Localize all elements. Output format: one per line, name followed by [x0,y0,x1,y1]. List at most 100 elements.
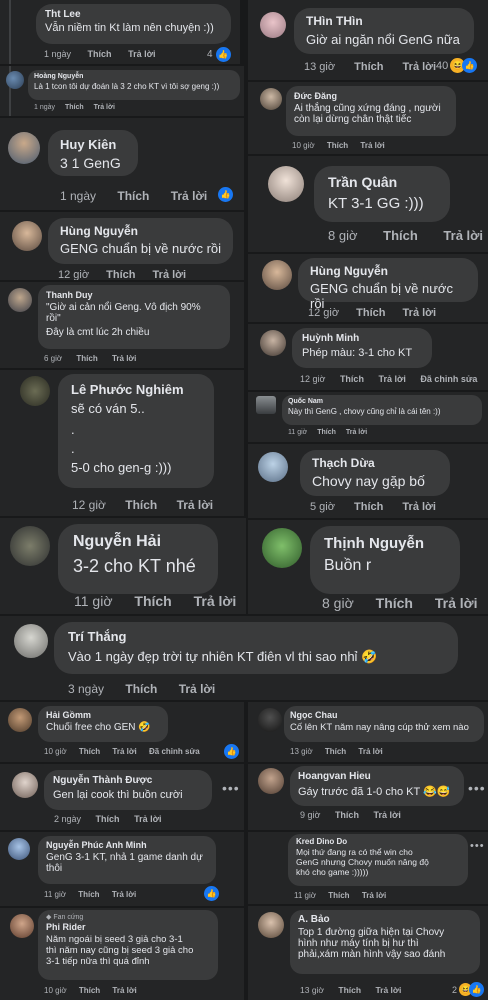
avatar[interactable] [8,288,32,312]
more-options-icon[interactable]: ••• [468,780,486,796]
like-link[interactable]: Thích [356,307,385,319]
commenter-name[interactable]: Phi Rider [46,922,210,932]
commenter-name[interactable]: Nguyễn Hải [73,533,203,551]
more-options-icon[interactable]: ••• [222,780,240,796]
avatar[interactable] [258,452,288,482]
reply-link[interactable]: Trả lời [375,985,401,995]
avatar[interactable] [8,838,30,860]
avatar[interactable] [260,330,286,356]
like-link[interactable]: Thích [117,189,149,203]
reply-link[interactable]: Trả lời [171,189,208,203]
avatar[interactable] [260,12,286,38]
reply-link[interactable]: Trả lời [362,891,386,900]
like-link[interactable]: Thích [328,891,349,900]
commenter-name[interactable]: Huy Kiên [60,137,126,152]
like-link[interactable]: Thích [106,269,135,280]
commenter-name[interactable]: Kred Dino Do [296,837,460,846]
reply-link[interactable]: Trả lời [373,810,400,820]
reaction-count[interactable]: 40 😆 [436,58,478,73]
avatar[interactable] [10,526,50,566]
avatar[interactable] [6,71,24,89]
like-link[interactable]: Thích [79,986,100,995]
commenter-name[interactable]: Trí Thắng [68,629,444,644]
avatar[interactable] [20,376,50,406]
commenter-name[interactable]: Trần Quân [328,174,436,190]
like-link[interactable]: Thích [335,810,359,820]
like-link[interactable]: Thích [96,814,120,824]
commenter-name[interactable]: A. Bảo [298,914,472,925]
reply-link[interactable]: Trả lời [402,501,436,513]
reply-link[interactable]: Trả lời [128,49,155,59]
avatar[interactable] [260,88,282,110]
commenter-name[interactable]: THìn THìn [306,14,462,28]
like-reaction-icon[interactable] [224,744,239,759]
avatar[interactable] [258,912,284,938]
like-link[interactable]: Thích [317,429,336,436]
like-link[interactable]: Thích [125,682,157,696]
commenter-name[interactable]: Huỳnh Minh [302,333,422,344]
reply-link[interactable]: Trả lời [177,498,214,512]
reply-link[interactable]: Trả lời [112,986,136,995]
commenter-name[interactable]: Đức Đăng [294,91,448,101]
reply-link[interactable]: Trả lời [378,374,405,384]
commenter-name[interactable]: Thịnh Nguyễn [324,535,446,552]
avatar[interactable] [8,708,32,732]
commenter-name[interactable]: Thanh Duy [46,290,222,300]
avatar[interactable] [268,166,304,202]
avatar[interactable] [12,772,38,798]
like-link[interactable]: Thích [354,61,383,73]
reply-link[interactable]: Trả lời [360,141,384,150]
reply-link[interactable]: Trả lời [112,890,136,899]
like-link[interactable]: Thích [338,985,361,995]
commenter-name[interactable]: Quốc Nam [288,398,476,405]
like-link[interactable]: Thích [76,354,97,363]
like-link[interactable]: Thích [134,593,171,609]
reply-link[interactable]: Trả lời [179,682,216,696]
like-reaction-icon[interactable] [204,886,219,901]
like-link[interactable]: Thích [354,501,383,513]
avatar[interactable] [12,221,42,251]
reply-link[interactable]: Trả lời [346,429,367,436]
reaction-count[interactable]: 4 [207,47,231,62]
like-link[interactable]: Thích [65,104,84,111]
like-link[interactable]: Thích [376,595,413,611]
avatar[interactable] [8,132,40,164]
reply-link[interactable]: Trả lời [443,228,483,243]
like-link[interactable]: Thích [88,49,112,59]
commenter-name[interactable]: Hùng Nguyễn [60,224,221,238]
avatar[interactable] [256,396,276,414]
reply-link[interactable]: Trả lời [112,747,136,756]
like-link[interactable]: Thích [340,374,364,384]
commenter-name[interactable]: Nguyễn Thành Được [53,775,203,786]
commenter-name[interactable]: Hoàng Nguyễn [34,73,234,80]
reply-link[interactable]: Trả lời [358,747,382,756]
reply-link[interactable]: Trả lời [112,354,136,363]
avatar[interactable] [262,528,302,568]
reply-link[interactable]: Trả lời [153,269,187,280]
commenter-name[interactable]: Lê Phước Nghiêm [71,382,201,397]
like-reaction-icon[interactable] [218,187,233,202]
like-link[interactable]: Thích [325,747,346,756]
more-options-icon[interactable]: ••• [470,840,485,852]
commenter-name[interactable]: Hải Gồmm [46,710,160,720]
like-link[interactable]: Thích [327,141,348,150]
avatar[interactable] [262,260,292,290]
commenter-name[interactable]: Nguyễn Phúc Anh Minh [46,840,208,850]
avatar[interactable] [258,768,284,794]
commenter-name[interactable]: Ngọc Chau [290,710,478,720]
reply-link[interactable]: Trả lời [403,61,437,73]
like-link[interactable]: Thích [125,498,157,512]
commenter-name[interactable]: Hoangvan Hieu [298,771,456,782]
avatar[interactable] [258,708,282,732]
like-link[interactable]: Thích [78,890,99,899]
reply-link[interactable]: Trả lời [194,593,237,609]
reply-link[interactable]: Trả lời [94,104,115,111]
like-link[interactable]: Thích [383,228,418,243]
avatar[interactable] [14,624,48,658]
like-link[interactable]: Thích [79,747,100,756]
commenter-name[interactable]: Tht Lee [45,9,222,20]
reply-link[interactable]: Trả lời [435,595,478,611]
reply-link[interactable]: Trả lời [134,814,161,824]
avatar[interactable] [10,914,34,938]
reaction-count[interactable]: 2 😆 [452,982,485,997]
